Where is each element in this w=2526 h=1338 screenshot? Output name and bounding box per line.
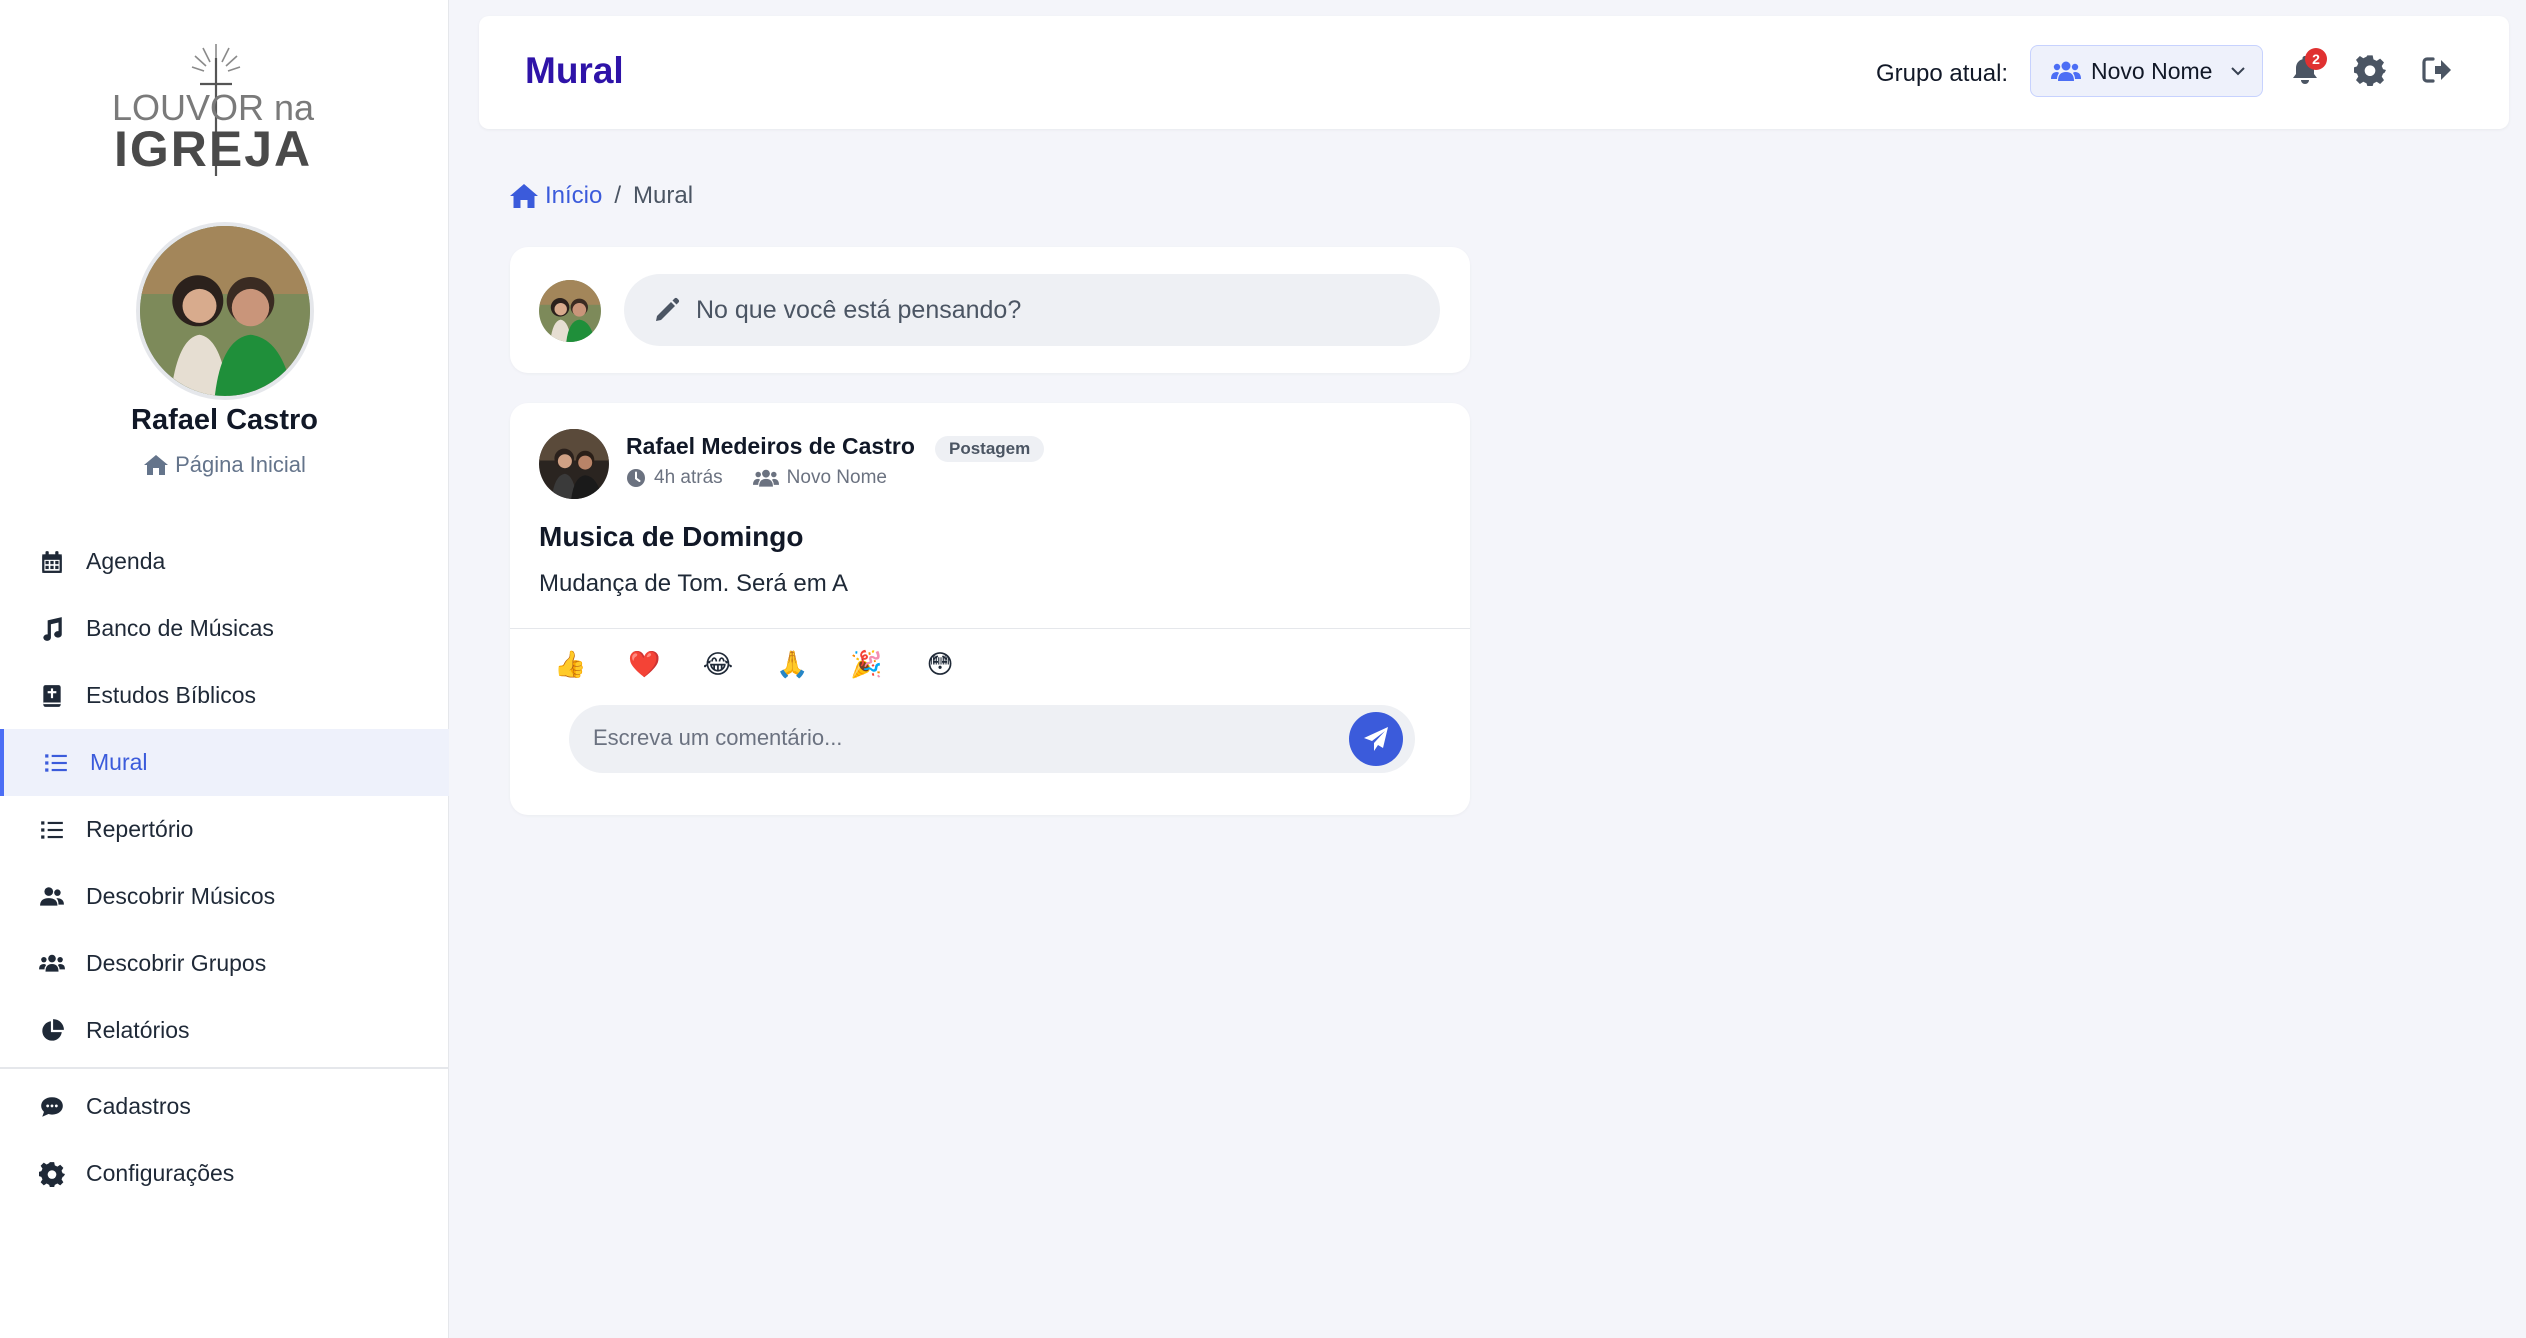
sidebar-item-label: Cadastros [86, 1093, 191, 1119]
sidebar-item-estudos-biblicos[interactable]: Estudos Bíblicos [0, 662, 449, 729]
breadcrumb: Início / Mural [509, 182, 693, 210]
post-group: Novo Nome [786, 467, 887, 488]
list-icon [42, 749, 70, 777]
current-group-label: Grupo atual: [1876, 60, 2009, 87]
pencil-icon [656, 297, 680, 321]
louvor-na-igreja-logo[interactable]: LOUVOR na IGREJA [110, 40, 342, 180]
sidebar-item-label: Repertório [86, 816, 194, 842]
sign-out-icon [2422, 57, 2451, 83]
pie-chart-icon [38, 1017, 66, 1045]
user-name: Rafael Castro [131, 404, 318, 436]
sidebar-item-agenda[interactable]: Agenda [0, 528, 449, 595]
post-time: 4h atrás [654, 467, 723, 488]
reaction-thumbs-up[interactable]: 👍 [554, 648, 586, 680]
sidebar-item-descobrir-musicos[interactable]: Descobrir Músicos [0, 863, 449, 930]
clock-icon [627, 469, 645, 487]
send-comment-button[interactable] [1349, 712, 1403, 766]
reaction-flushed[interactable]: 😳 [924, 648, 956, 680]
post-composer: No que você está pensando? [510, 247, 1470, 373]
bible-icon [38, 682, 66, 710]
composer-avatar [539, 280, 601, 342]
post-meta: 4h atrás Novo Nome [626, 467, 887, 489]
new-post-input[interactable]: No que você está pensando? [624, 274, 1440, 346]
post-type-badge: Postagem [935, 436, 1045, 462]
reaction-party[interactable]: 🎉 [850, 648, 882, 680]
post-divider [510, 628, 1470, 629]
group-icon [38, 950, 66, 978]
gear-icon [2354, 55, 2386, 86]
sidebar-item-banco-de-musicas[interactable]: Banco de Músicas [0, 595, 449, 662]
sidebar-item-mural[interactable]: Mural [0, 729, 449, 796]
sidebar-item-label: Mural [90, 749, 148, 775]
new-post-placeholder: No que você está pensando? [696, 295, 1022, 324]
logout-button[interactable] [2421, 54, 2453, 86]
group-selector[interactable]: Novo Nome [2030, 45, 2263, 97]
calendar-icon [38, 548, 66, 576]
list-icon [38, 816, 66, 844]
group-selector-value: Novo Nome [2091, 57, 2213, 84]
notification-badge: 2 [2305, 48, 2327, 70]
sidebar-item-repertorio[interactable]: Repertório [0, 796, 449, 863]
group-icon [2051, 61, 2081, 81]
settings-button[interactable] [2354, 54, 2386, 86]
sidebar-item-label: Configurações [86, 1160, 235, 1186]
top-header: Mural Grupo atual: Novo Nome 2 [479, 16, 2509, 129]
home-icon [144, 455, 169, 475]
home-page-link[interactable]: Página Inicial [0, 452, 449, 478]
sidebar-item-cadastros[interactable]: Cadastros [0, 1073, 449, 1140]
sidebar-item-label: Estudos Bíblicos [86, 682, 257, 708]
author-avatar[interactable] [539, 429, 609, 499]
post-body: Mudança de Tom. Será em A [539, 570, 849, 597]
gear-icon [38, 1160, 66, 1188]
main-nav: Agenda Banco de Músicas Estudos Bíblicos… [0, 528, 449, 1207]
sidebar-item-label: Agenda [86, 548, 166, 574]
profile-avatar[interactable] [136, 222, 314, 400]
sidebar-item-configuracoes[interactable]: Configurações [0, 1140, 449, 1207]
group-icon [752, 469, 779, 487]
reaction-bar: 👍 ❤️ 😂 🙏 🎉 😳 [554, 648, 956, 680]
post-card: Rafael Medeiros de Castro Postagem 4h at… [510, 403, 1470, 815]
music-note-icon [38, 615, 66, 643]
sidebar-item-relatorios[interactable]: Relatórios [0, 997, 449, 1064]
users-icon [38, 883, 66, 911]
home-link-label: Página Inicial [175, 452, 306, 477]
paper-plane-icon [1364, 727, 1388, 751]
post-title: Musica de Domingo [539, 521, 804, 552]
reaction-laugh[interactable]: 😂 [702, 648, 734, 680]
comment-input[interactable]: Escreva um comentário... [569, 705, 1415, 773]
home-icon [510, 184, 538, 208]
post-author[interactable]: Rafael Medeiros de Castro [626, 433, 915, 460]
breadcrumb-home[interactable]: Início [509, 182, 602, 210]
sidebar: LOUVOR na IGREJA Rafael Castro Página In… [0, 0, 449, 1338]
sidebar-item-label: Banco de Músicas [86, 615, 274, 641]
reaction-pray[interactable]: 🙏 [776, 648, 808, 680]
reaction-heart[interactable]: ❤️ [628, 648, 660, 680]
svg-text:IGREJA: IGREJA [114, 121, 312, 177]
breadcrumb-current: Mural [633, 182, 694, 209]
sidebar-item-label: Descobrir Músicos [86, 883, 276, 909]
sidebar-item-label: Relatórios [86, 1017, 190, 1043]
sidebar-item-descobrir-grupos[interactable]: Descobrir Grupos [0, 930, 449, 997]
comment-placeholder: Escreva um comentário... [593, 725, 843, 750]
chat-bubble-icon [38, 1093, 66, 1121]
nav-divider [0, 1067, 449, 1070]
breadcrumb-home-label: Início [545, 182, 603, 209]
breadcrumb-separator: / [614, 182, 622, 209]
chevron-down-icon [2231, 67, 2246, 76]
sidebar-item-label: Descobrir Grupos [86, 950, 267, 976]
page-title: Mural [525, 50, 624, 91]
